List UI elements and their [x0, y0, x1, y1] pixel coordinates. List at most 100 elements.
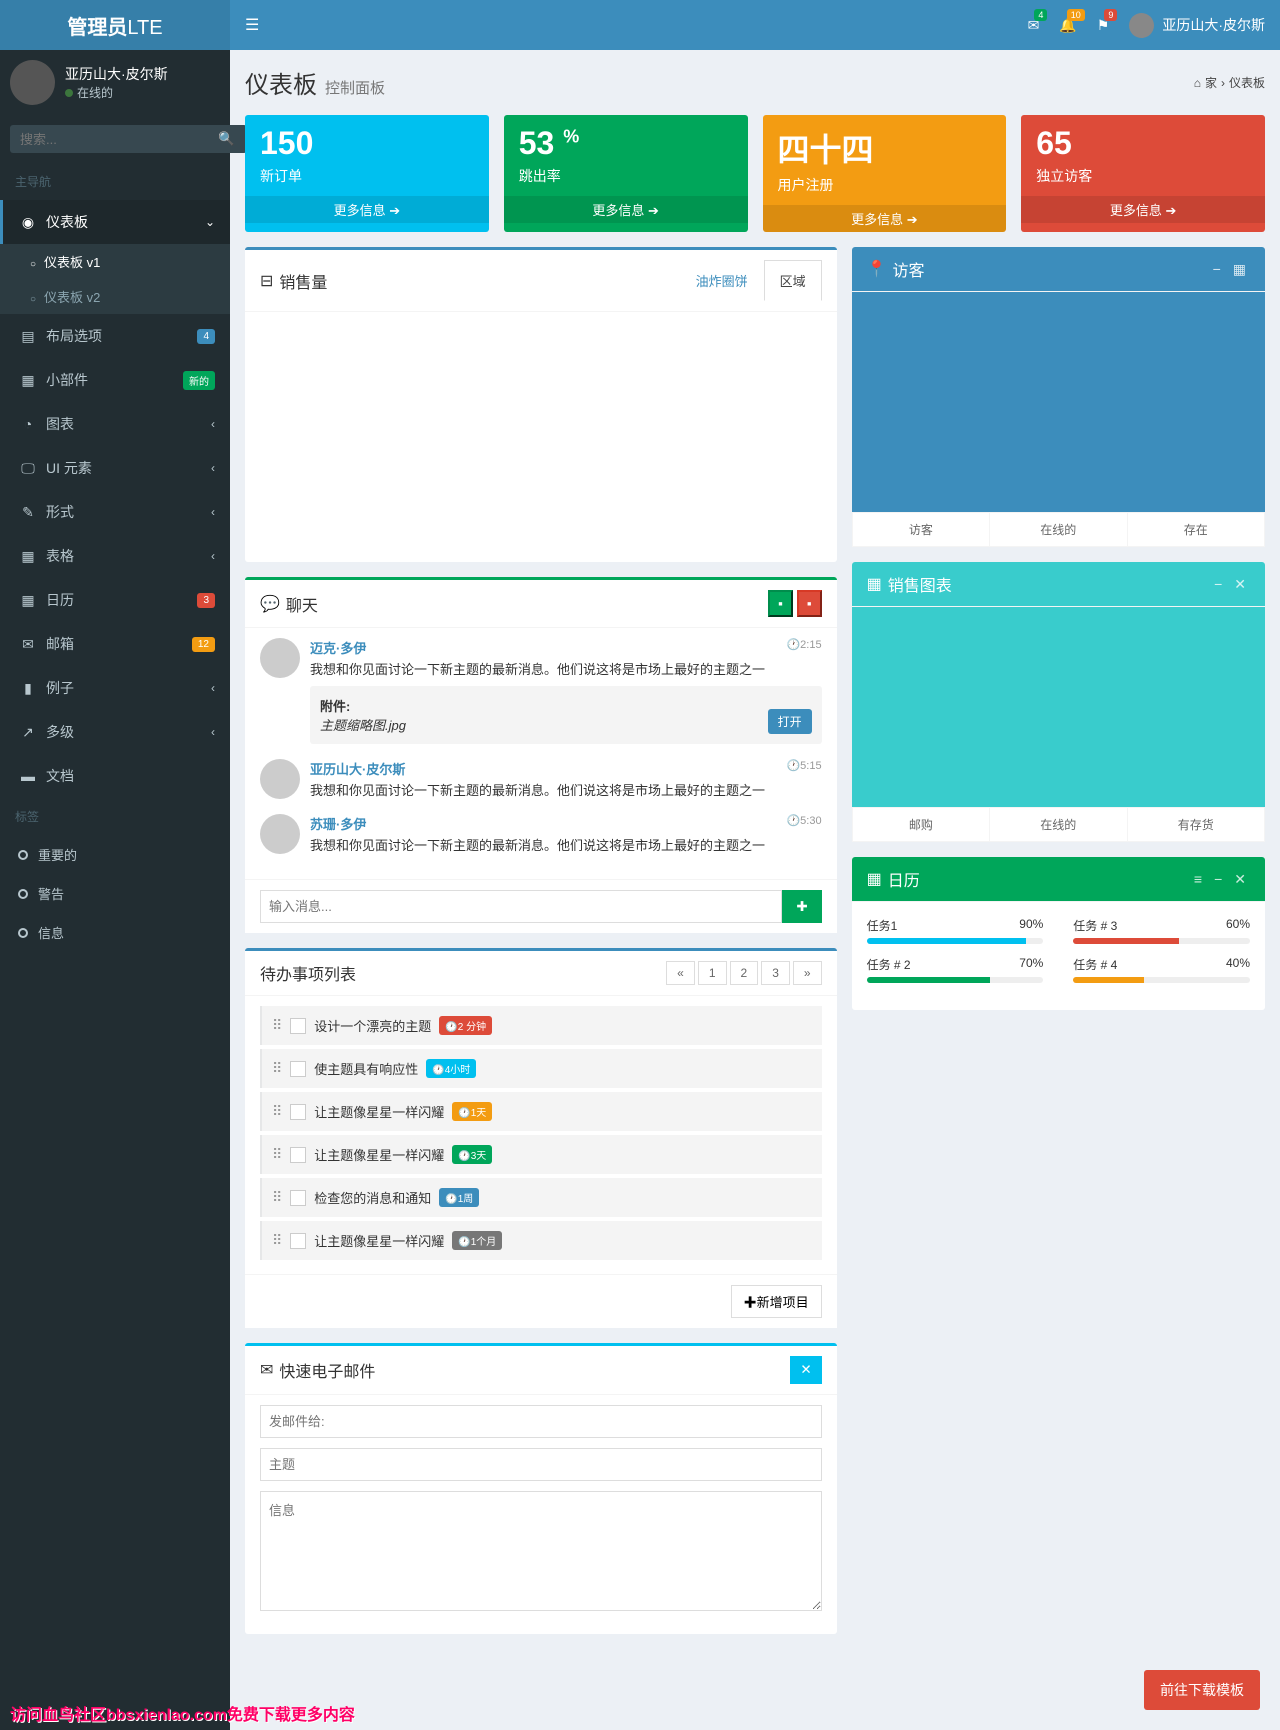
page-3[interactable]: 3: [761, 961, 790, 985]
nav-tables[interactable]: ▦表格‹: [0, 534, 230, 578]
drag-handle-icon[interactable]: ⠿: [272, 1189, 282, 1206]
nav-docs[interactable]: ▬文档: [0, 754, 230, 798]
close-icon[interactable]: ✕: [1230, 576, 1250, 593]
calendar-icon: ▦: [18, 592, 38, 609]
calendar-icon[interactable]: ▦: [1229, 261, 1250, 278]
labels-header: 标签: [0, 798, 230, 835]
nav-dashboard[interactable]: ◉仪表板⌄ 仪表板 v1 仪表板 v2: [0, 200, 230, 314]
nav-user[interactable]: 亚历山大·皮尔斯: [1129, 13, 1265, 38]
drag-handle-icon[interactable]: ⠿: [272, 1017, 282, 1034]
page-1[interactable]: 1: [698, 961, 727, 985]
time-badge: 🕐2 分钟: [439, 1016, 492, 1035]
todo-item[interactable]: ⠿使主题具有响应性🕐4小时: [260, 1049, 822, 1088]
nav-widgets[interactable]: ▦小部件新的: [0, 358, 230, 402]
collapse-icon[interactable]: −: [1210, 871, 1226, 887]
tab-donut[interactable]: 油炸圈饼: [680, 260, 764, 301]
label-warning[interactable]: 警告: [0, 874, 230, 913]
page-2[interactable]: 2: [730, 961, 759, 985]
chat-input[interactable]: [260, 890, 782, 923]
nav-charts[interactable]: ◔图表‹: [0, 402, 230, 446]
stat-online: 在线的: [990, 513, 1127, 546]
close-icon[interactable]: ✕: [1230, 871, 1250, 888]
nav-layout[interactable]: ▤布局选项4: [0, 314, 230, 358]
checkbox[interactable]: [290, 1018, 306, 1034]
chat-message: 🕐5:30 苏珊·多伊 我想和你见面讨论一下新主题的最新消息。他们说这将是市场上…: [260, 814, 822, 854]
time-badge: 🕐1周: [439, 1188, 479, 1207]
book-icon: ▬: [18, 768, 38, 784]
email-to-input[interactable]: [260, 1405, 822, 1438]
th-icon: ▦: [18, 372, 38, 389]
chat-time: 🕐5:15: [786, 759, 821, 772]
nav-messages[interactable]: ✉4: [1028, 17, 1040, 34]
chat-message: 🕐2:15 迈克·多伊 我想和你见面讨论一下新主题的最新消息。他们说这将是市场上…: [260, 638, 822, 744]
todo-item[interactable]: ⠿检查您的消息和通知🕐1周: [260, 1178, 822, 1217]
search-input[interactable]: [10, 125, 206, 153]
circle-icon: [18, 850, 28, 860]
more-info-link[interactable]: 更多信息 ➔: [1021, 196, 1265, 223]
remove-button[interactable]: ✕: [790, 1356, 821, 1384]
chat-name[interactable]: 苏珊·多伊: [310, 814, 822, 833]
drag-handle-icon[interactable]: ⠿: [272, 1232, 282, 1249]
nav-ui[interactable]: 🖵UI 元素‹: [0, 446, 230, 490]
bars-icon[interactable]: ≡: [1190, 871, 1206, 887]
drag-handle-icon[interactable]: ⠿: [272, 1103, 282, 1120]
drag-handle-icon[interactable]: ⠿: [272, 1146, 282, 1163]
nav-multilevel[interactable]: ↗多级‹: [0, 710, 230, 754]
sales-chart-box: ▦销售图表 −✕ 邮购 在线的 有存货: [852, 562, 1265, 842]
visitors-box: 📍访客 −▦ 访客 在线的 存在: [852, 247, 1265, 547]
more-info-link[interactable]: 更多信息 ➔: [245, 196, 489, 223]
nav-mailbox[interactable]: ✉邮箱12: [0, 622, 230, 666]
drag-handle-icon[interactable]: ⠿: [272, 1060, 282, 1077]
logo[interactable]: 管理员LTE: [0, 0, 230, 50]
nav-forms[interactable]: ✎形式‹: [0, 490, 230, 534]
breadcrumb-home[interactable]: 家: [1205, 74, 1217, 91]
collapse-icon[interactable]: −: [1210, 576, 1226, 592]
marker-icon: 📍: [867, 259, 887, 279]
page-next[interactable]: »: [793, 961, 822, 985]
sales-chart: [245, 312, 837, 562]
sidebar-toggle[interactable]: ☰: [245, 15, 259, 35]
open-button[interactable]: 打开: [768, 709, 812, 734]
checkbox[interactable]: [290, 1190, 306, 1206]
download-button[interactable]: 前往下载模板: [1144, 1670, 1260, 1710]
nav-dashboard-v1[interactable]: 仪表板 v1: [0, 244, 230, 279]
chat-name[interactable]: 迈克·多伊: [310, 638, 822, 657]
chat-send-button[interactable]: ✚: [782, 890, 821, 923]
stat-new-orders: 150新订单 更多信息 ➔: [245, 115, 489, 232]
todo-item[interactable]: ⠿让主题像星星一样闪耀🕐1个月: [260, 1221, 822, 1260]
checkbox[interactable]: [290, 1147, 306, 1163]
add-item-button[interactable]: ✚新增项目: [731, 1285, 822, 1318]
label-important[interactable]: 重要的: [0, 835, 230, 874]
nav-calendar[interactable]: ▦日历3: [0, 578, 230, 622]
more-info-link[interactable]: 更多信息 ➔: [763, 205, 1007, 232]
nav-examples[interactable]: ▮例子‹: [0, 666, 230, 710]
checkbox[interactable]: [290, 1104, 306, 1120]
nav-dashboard-v2[interactable]: 仪表板 v2: [0, 279, 230, 314]
more-info-link[interactable]: 更多信息 ➔: [504, 196, 748, 223]
todo-item[interactable]: ⠿让主题像星星一样闪耀🕐3天: [260, 1135, 822, 1174]
navbar: ☰ ✉4 🔔10 ⚑9 亚历山大·皮尔斯: [230, 0, 1280, 50]
chat-status-red[interactable]: ▪: [797, 590, 822, 617]
stat-exists: 存在: [1128, 513, 1264, 546]
checkbox[interactable]: [290, 1061, 306, 1077]
checkbox[interactable]: [290, 1233, 306, 1249]
todo-item[interactable]: ⠿让主题像星星一样闪耀🕐1天: [260, 1092, 822, 1131]
page-prev[interactable]: «: [666, 961, 695, 985]
edit-icon: ✎: [18, 504, 38, 521]
nav-tasks[interactable]: ⚑9: [1097, 17, 1110, 34]
email-box: ✉快速电子邮件 ✕: [245, 1343, 837, 1634]
pie-icon: ◔: [18, 416, 38, 432]
chat-status-green[interactable]: ▪: [768, 590, 793, 617]
stat-visitors: 访客: [853, 513, 990, 546]
label-info[interactable]: 信息: [0, 913, 230, 952]
collapse-icon[interactable]: −: [1209, 261, 1225, 277]
chevron-left-icon: ‹: [211, 549, 215, 563]
circle-icon: [18, 889, 28, 899]
chat-name[interactable]: 亚历山大·皮尔斯: [310, 759, 822, 778]
tab-area[interactable]: 区域: [764, 260, 822, 301]
email-body-input[interactable]: [260, 1491, 822, 1611]
chat-box: 💬聊天 ▪ ▪ 🕐2:15 迈克·多伊: [245, 577, 837, 933]
todo-item[interactable]: ⠿设计一个漂亮的主题🕐2 分钟: [260, 1006, 822, 1045]
email-subject-input[interactable]: [260, 1448, 822, 1481]
nav-notifications[interactable]: 🔔10: [1059, 17, 1076, 34]
